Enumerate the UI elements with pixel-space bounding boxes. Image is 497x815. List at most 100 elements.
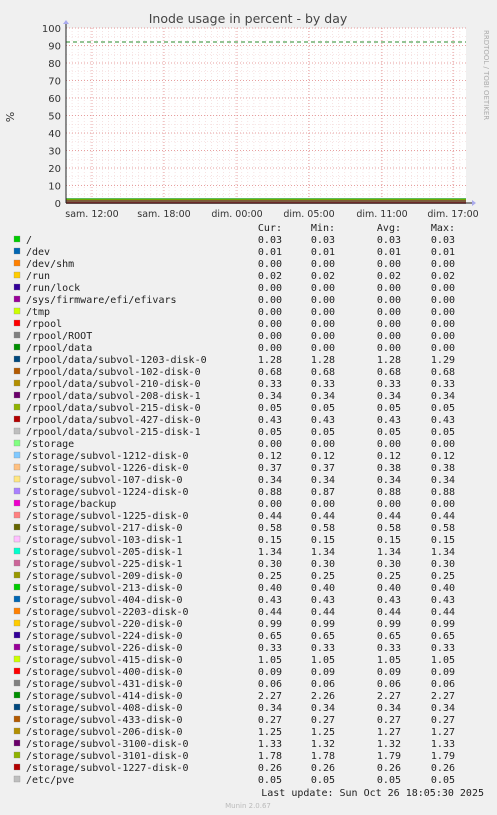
legend-swatch [13,547,21,555]
legend-swatch [13,427,21,435]
legend-value-cur: 1.05 [258,655,282,666]
legend-value-min: 0.68 [311,367,335,378]
x-tick-label: dim. 11:00 [356,209,407,220]
legend-swatch [13,355,21,363]
legend-value-avg: 0.00 [377,295,401,306]
legend-value-max: 0.01 [431,247,455,258]
legend-label: /rpool/data/subvol-1203-disk-0 [26,355,207,366]
legend-value-avg: 0.25 [377,571,401,582]
x-tick-label: sam. 18:00 [137,209,190,220]
legend-label: /rpool/data/subvol-215-disk-0 [26,403,201,414]
legend-value-avg: 0.00 [377,307,401,318]
legend-swatch [13,631,21,639]
legend-value-cur: 0.30 [258,559,282,570]
legend-value-cur: 0.65 [258,631,282,642]
legend-value-min: 0.43 [311,415,335,426]
legend-label: /storage/subvol-404-disk-0 [26,595,183,606]
legend-label: /storage [26,439,74,450]
legend-value-min: 0.00 [311,295,335,306]
legend-label: /rpool/data [26,343,92,354]
legend-value-max: 0.65 [431,631,455,642]
legend-value-avg: 0.00 [377,439,401,450]
legend-value-cur: 0.44 [258,511,282,522]
legend-swatch [13,583,21,591]
legend-swatch [13,523,21,531]
legend-label: /storage/subvol-3100-disk-0 [26,739,189,750]
legend-value-cur: 0.68 [258,367,282,378]
legend-swatch [13,235,21,243]
legend-value-avg: 0.34 [377,391,401,402]
legend-value-min: 0.25 [311,571,335,582]
legend-value-cur: 0.00 [258,499,282,510]
legend-label: /storage/subvol-3101-disk-0 [26,751,189,762]
legend-value-max: 0.05 [431,403,455,414]
legend-value-avg: 1.34 [377,547,401,558]
legend-value-max: 1.79 [431,751,455,762]
legend-value-max: 0.26 [431,763,455,774]
legend-column-header: Max: [431,223,455,234]
legend-label: /storage/subvol-1226-disk-0 [26,463,189,474]
legend-value-cur: 0.34 [258,703,282,714]
legend-value-cur: 0.26 [258,763,282,774]
legend-value-avg: 0.05 [377,427,401,438]
legend-value-max: 0.27 [431,715,455,726]
legend-value-cur: 0.27 [258,715,282,726]
legend-label: /rpool/data/subvol-427-disk-0 [26,415,201,426]
legend-value-min: 0.00 [311,283,335,294]
legend-swatch [13,403,21,411]
legend-value-min: 1.32 [311,739,335,750]
legend-value-max: 0.43 [431,595,455,606]
legend-value-avg: 0.40 [377,583,401,594]
legend-value-cur: 1.34 [258,547,282,558]
legend-swatch [13,439,21,447]
y-tick-label: 10 [48,182,61,193]
legend-value-max: 0.33 [431,643,455,654]
legend-value-min: 0.34 [311,391,335,402]
legend-column-header: Cur: [258,223,282,234]
legend-swatch [13,715,21,723]
legend-value-cur: 0.02 [258,271,282,282]
legend-value-min: 0.05 [311,403,335,414]
legend-value-avg: 0.88 [377,487,401,498]
legend-value-avg: 0.99 [377,619,401,630]
legend-value-max: 0.15 [431,535,455,546]
legend-label: /etc/pve [26,775,74,786]
legend-swatch [13,607,21,615]
legend-value-avg: 0.44 [377,607,401,618]
legend-swatch [13,259,21,267]
legend-swatch [13,415,21,423]
legend-swatch [13,307,21,315]
legend-value-avg: 0.00 [377,319,401,330]
legend-value-cur: 0.00 [258,319,282,330]
legend-value-avg: 0.09 [377,667,401,678]
legend-label: /rpool/data/subvol-215-disk-1 [26,427,201,438]
legend-label: /storage/subvol-107-disk-0 [26,475,183,486]
legend-value-cur: 0.99 [258,619,282,630]
legend-value-cur: 0.34 [258,475,282,486]
legend-label: /storage/subvol-1224-disk-0 [26,487,189,498]
y-axis-label: % [4,112,17,122]
legend-value-max: 0.00 [431,283,455,294]
legend-value-min: 0.00 [311,319,335,330]
legend-value-cur: 0.00 [258,307,282,318]
legend-value-avg: 0.65 [377,631,401,642]
legend-value-min: 0.44 [311,607,335,618]
legend-value-max: 0.43 [431,415,455,426]
legend-value-max: 0.38 [431,463,455,474]
legend-label: /storage/subvol-213-disk-0 [26,583,183,594]
legend-value-cur: 0.15 [258,535,282,546]
legend-value-max: 0.58 [431,523,455,534]
legend-value-max: 1.05 [431,655,455,666]
legend-label: /storage/subvol-1227-disk-0 [26,763,189,774]
legend-value-max: 2.27 [431,691,455,702]
legend-value-avg: 0.38 [377,463,401,474]
legend-value-avg: 0.27 [377,715,401,726]
legend-swatch [13,295,21,303]
legend-value-max: 0.30 [431,559,455,570]
legend-value-min: 2.26 [311,691,335,702]
legend-swatch [13,643,21,651]
legend-value-avg: 0.33 [377,643,401,654]
x-tick-label: dim. 17:00 [427,209,478,220]
legend-value-min: 0.33 [311,379,335,390]
legend-value-cur: 0.00 [258,331,282,342]
